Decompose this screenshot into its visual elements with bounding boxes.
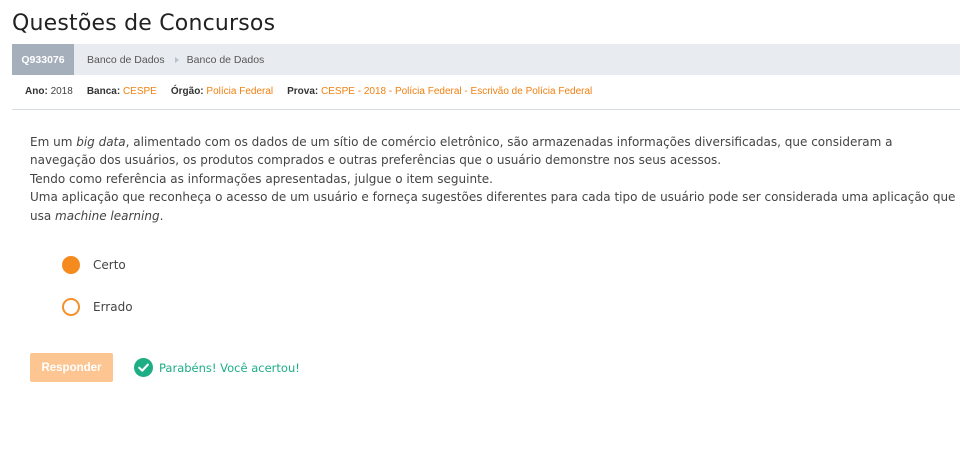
question-paragraph-2: Tendo como referência as informações apr… — [30, 171, 493, 186]
breadcrumb-topic[interactable]: Banco de Dados — [187, 54, 265, 66]
radio-empty-icon[interactable] — [62, 298, 80, 316]
meta-ano-label: Ano: — [25, 86, 48, 97]
respond-button[interactable]: Responder — [30, 353, 113, 382]
question-text: Em um big data, alimentado com os dados … — [30, 133, 960, 225]
page: Questões de Concursos Q933076 Banco de D… — [0, 0, 960, 460]
meta-prova-link[interactable]: CESPE - 2018 - Polícia Federal - Escrivã… — [321, 86, 592, 97]
question-text-fragment: Uma aplicação que reconheça o acesso de … — [30, 190, 956, 223]
question-emphasis: big data — [76, 135, 126, 149]
page-title: Questões de Concursos — [12, 10, 276, 36]
meta-prova-label: Prova: — [287, 86, 319, 97]
meta-banca-link[interactable]: CESPE — [123, 86, 157, 97]
question-emphasis: machine learning — [55, 208, 160, 223]
feedback-message: Parabéns! Você acertou! — [159, 360, 300, 375]
question-paragraph-3: Uma aplicação que reconheça o acesso de … — [30, 188, 960, 225]
meta-orgao-link[interactable]: Polícia Federal — [206, 86, 273, 97]
option-certo[interactable]: Certo — [62, 256, 126, 274]
question-text-fragment: , alimentado com os dados de um sítio de… — [30, 135, 893, 168]
option-errado[interactable]: Errado — [62, 298, 133, 316]
meta-ano: Ano: 2018 — [25, 86, 73, 97]
question-paragraph-1: Em um big data, alimentado com os dados … — [30, 133, 960, 170]
radio-selected-icon[interactable] — [62, 256, 80, 274]
meta-prova: Prova: CESPE - 2018 - Polícia Federal - … — [287, 86, 592, 97]
meta-ano-value: 2018 — [50, 86, 73, 97]
meta-banca: Banca: CESPE — [87, 86, 157, 97]
breadcrumb-subject[interactable]: Banco de Dados — [87, 54, 165, 66]
question-text-fragment: . — [159, 208, 164, 223]
option-label: Errado — [93, 300, 133, 314]
question-meta: Ano: 2018 Banca: CESPE Órgão: Polícia Fe… — [25, 86, 606, 97]
question-id-badge[interactable]: Q933076 — [12, 44, 74, 75]
answer-feedback: Parabéns! Você acertou! — [134, 358, 300, 377]
question-header-bar: Q933076 Banco de Dados Banco de Dados — [12, 44, 960, 75]
meta-orgao: Órgão: Polícia Federal — [171, 86, 273, 97]
check-circle-icon — [134, 358, 153, 377]
divider — [12, 109, 960, 110]
breadcrumb-chevron-icon — [174, 56, 179, 63]
option-label: Certo — [93, 258, 126, 272]
question-text-fragment: Em um — [30, 135, 77, 149]
meta-banca-label: Banca: — [86, 86, 121, 97]
meta-orgao-label: Órgão: — [170, 86, 204, 97]
